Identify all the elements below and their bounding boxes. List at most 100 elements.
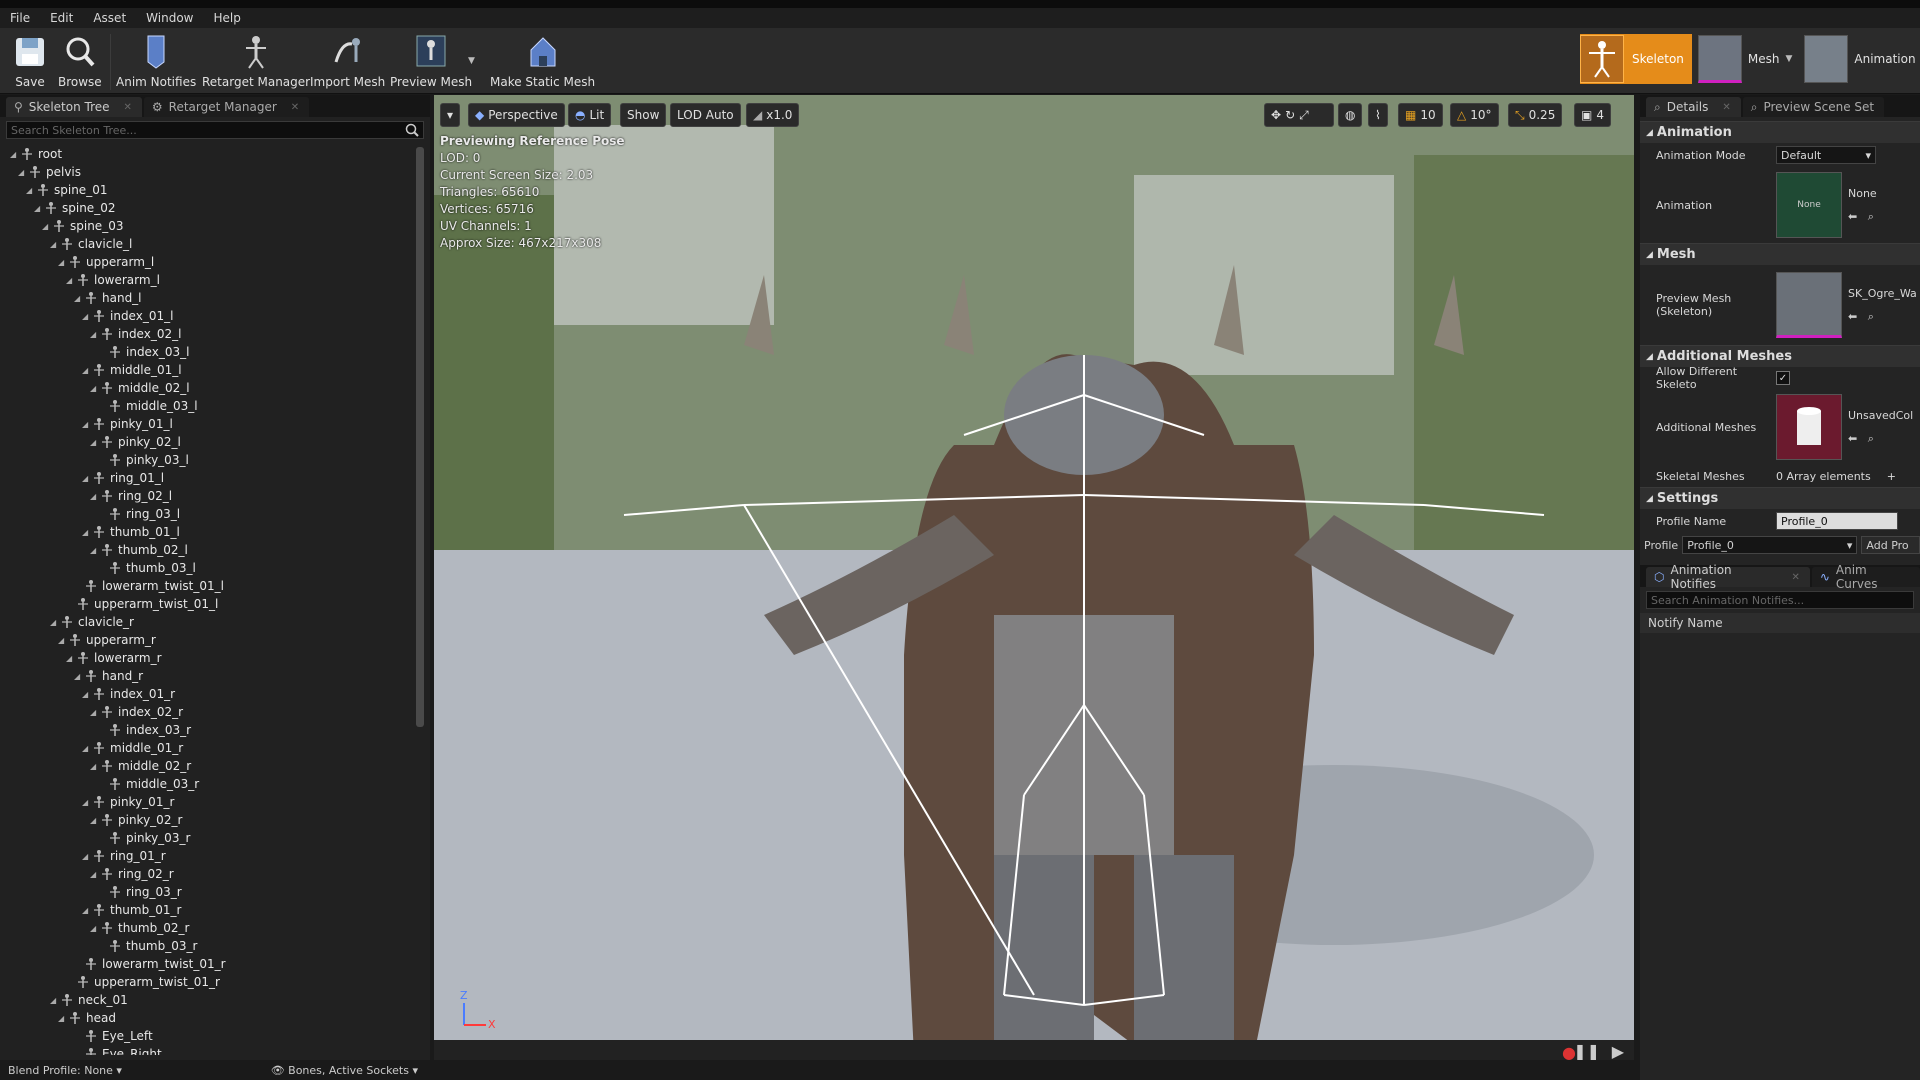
expand-arrow-icon[interactable]: ◢: [90, 492, 100, 501]
close-icon[interactable]: ✕: [124, 102, 132, 113]
tree-row[interactable]: pinky_03_l: [98, 451, 189, 469]
expand-arrow-icon[interactable]: ◢: [90, 924, 100, 933]
tree-row[interactable]: ◢ ring_01_r: [82, 847, 166, 865]
import-mesh-button[interactable]: Import Mesh: [310, 32, 385, 89]
expand-arrow-icon[interactable]: ◢: [26, 186, 36, 195]
perspective-button[interactable]: ◆ Perspective: [468, 103, 565, 127]
tree-row[interactable]: index_03_l: [98, 343, 189, 361]
retarget-manager-button[interactable]: Retarget Manager: [202, 32, 310, 89]
tree-row[interactable]: index_03_r: [98, 721, 191, 739]
tree-row[interactable]: ◢ clavicle_l: [50, 235, 132, 253]
tree-row[interactable]: ◢ clavicle_r: [50, 613, 134, 631]
profile-name-input[interactable]: Profile_0: [1776, 512, 1898, 530]
tab-details[interactable]: ⌕ Details ✕: [1646, 97, 1741, 117]
tree-row[interactable]: ◢ middle_02_r: [90, 757, 191, 775]
tree-row[interactable]: ◢ index_02_l: [90, 325, 181, 343]
tab-animation-notifies[interactable]: ⬡ Animation Notifies ✕: [1646, 563, 1810, 591]
scale-snap-button[interactable]: ⤡ 0.25: [1508, 103, 1563, 127]
preview-mesh-button[interactable]: Preview Mesh: [390, 32, 472, 89]
expand-arrow-icon[interactable]: ◢: [74, 672, 84, 681]
section-additional-meshes[interactable]: ◢ Additional Meshes: [1640, 345, 1920, 367]
tree-row[interactable]: ◢ upperarm_l: [58, 253, 154, 271]
expand-arrow-icon[interactable]: ◢: [50, 618, 60, 627]
transform-tools[interactable]: ✥ ↻ ⤢: [1264, 103, 1334, 127]
use-selected-icon[interactable]: ⬅: [1848, 432, 1857, 445]
profile-dropdown[interactable]: Profile_0 ▾: [1682, 536, 1858, 554]
expand-arrow-icon[interactable]: ◢: [90, 816, 100, 825]
preview-mesh-thumbnail[interactable]: [1776, 272, 1842, 338]
expand-arrow-icon[interactable]: ◢: [42, 222, 52, 231]
expand-arrow-icon[interactable]: ◢: [82, 366, 92, 375]
expand-arrow-icon[interactable]: ◢: [82, 420, 92, 429]
close-icon[interactable]: ✕: [1791, 572, 1799, 583]
step-forward-icon[interactable]: ▶: [1612, 1042, 1624, 1060]
expand-arrow-icon[interactable]: ◢: [66, 654, 76, 663]
use-selected-icon[interactable]: ⬅: [1848, 310, 1857, 323]
expand-arrow-icon[interactable]: ◢: [82, 798, 92, 807]
menu-window[interactable]: Window: [146, 11, 193, 25]
world-local-toggle[interactable]: ◍: [1338, 103, 1363, 127]
playback-speed-button[interactable]: ◢ x1.0: [746, 103, 800, 127]
tree-row[interactable]: upperarm_twist_01_l: [66, 595, 218, 613]
tree-row[interactable]: ◢ hand_l: [74, 289, 142, 307]
expand-arrow-icon[interactable]: ◢: [90, 870, 100, 879]
expand-arrow-icon[interactable]: ◢: [58, 636, 68, 645]
expand-arrow-icon[interactable]: ◢: [18, 168, 28, 177]
tree-row[interactable]: ◢ thumb_01_l: [82, 523, 180, 541]
add-element-icon[interactable]: +: [1887, 470, 1896, 483]
additional-meshes-thumbnail[interactable]: [1776, 394, 1842, 460]
menu-help[interactable]: Help: [213, 11, 240, 25]
close-icon[interactable]: ✕: [291, 102, 299, 113]
section-mesh[interactable]: ◢ Mesh: [1640, 243, 1920, 265]
tree-row[interactable]: ◢ lowerarm_l: [66, 271, 160, 289]
anim-notifies-button[interactable]: Anim Notifies: [116, 32, 196, 89]
preview-viewport[interactable]: ▾ ◆ Perspective ◓ Lit Show LOD Auto ◢ x1…: [434, 95, 1634, 1060]
tree-row[interactable]: ◢ lowerarm_r: [66, 649, 162, 667]
animation-mode-dropdown[interactable]: Default ▾: [1776, 146, 1876, 164]
expand-arrow-icon[interactable]: ◢: [82, 744, 92, 753]
tree-row[interactable]: ◢ middle_01_r: [82, 739, 183, 757]
pause-icon[interactable]: ❚❚: [1573, 1042, 1600, 1060]
expand-arrow-icon[interactable]: ◢: [90, 708, 100, 717]
tab-skeleton-tree[interactable]: ⚲ Skeleton Tree ✕: [6, 97, 142, 117]
use-selected-icon[interactable]: ⬅: [1848, 210, 1857, 223]
preview-mesh-dropdown-arrow[interactable]: ▼: [468, 56, 475, 66]
close-icon[interactable]: ✕: [1722, 102, 1730, 113]
tree-row[interactable]: ◢ root: [10, 145, 62, 163]
expand-arrow-icon[interactable]: ◢: [82, 690, 92, 699]
tree-row[interactable]: ◢ spine_03: [42, 217, 123, 235]
tab-retarget-manager[interactable]: ⚙ Retarget Manager ✕: [143, 97, 310, 117]
mode-skeleton-button[interactable]: Skeleton: [1580, 34, 1692, 84]
tree-row[interactable]: ◢ index_02_r: [90, 703, 183, 721]
tree-row[interactable]: ◢ thumb_01_r: [82, 901, 181, 919]
expand-arrow-icon[interactable]: ◢: [90, 546, 100, 555]
camera-speed-button[interactable]: ▣ 4: [1574, 103, 1611, 127]
tab-preview-scene-settings[interactable]: ⌕ Preview Scene Set: [1742, 97, 1885, 117]
expand-arrow-icon[interactable]: ◢: [34, 204, 44, 213]
expand-arrow-icon[interactable]: ◢: [74, 294, 84, 303]
expand-arrow-icon[interactable]: ◢: [58, 1014, 68, 1023]
tree-scrollbar[interactable]: [416, 147, 424, 727]
browse-icon[interactable]: ⌕: [1868, 310, 1874, 323]
expand-arrow-icon[interactable]: ◢: [90, 438, 100, 447]
tree-row[interactable]: ◢ neck_01: [50, 991, 128, 1009]
tree-row[interactable]: ◢ ring_02_r: [90, 865, 174, 883]
section-animation[interactable]: ◢ Animation: [1640, 121, 1920, 143]
expand-arrow-icon[interactable]: ◢: [90, 384, 100, 393]
tree-row[interactable]: ◢ spine_01: [26, 181, 107, 199]
expand-arrow-icon[interactable]: ◢: [90, 762, 100, 771]
tree-row[interactable]: ◢ middle_01_l: [82, 361, 182, 379]
tree-row[interactable]: thumb_03_l: [98, 559, 196, 577]
mode-mesh-button[interactable]: Mesh ▼: [1692, 34, 1799, 84]
tree-row[interactable]: middle_03_l: [98, 397, 198, 415]
surface-snap-toggle[interactable]: ⌇: [1368, 103, 1388, 127]
tree-row[interactable]: middle_03_r: [98, 775, 199, 793]
expand-arrow-icon[interactable]: ◢: [82, 312, 92, 321]
notify-search-input[interactable]: Search Animation Notifies...: [1646, 591, 1914, 609]
tree-row[interactable]: ◢ head: [58, 1009, 116, 1027]
expand-arrow-icon[interactable]: ◢: [66, 276, 76, 285]
tree-row[interactable]: ◢ pinky_01_l: [82, 415, 173, 433]
tree-row[interactable]: ◢ pinky_02_l: [90, 433, 181, 451]
menu-edit[interactable]: Edit: [50, 11, 73, 25]
show-button[interactable]: Show: [620, 103, 667, 127]
